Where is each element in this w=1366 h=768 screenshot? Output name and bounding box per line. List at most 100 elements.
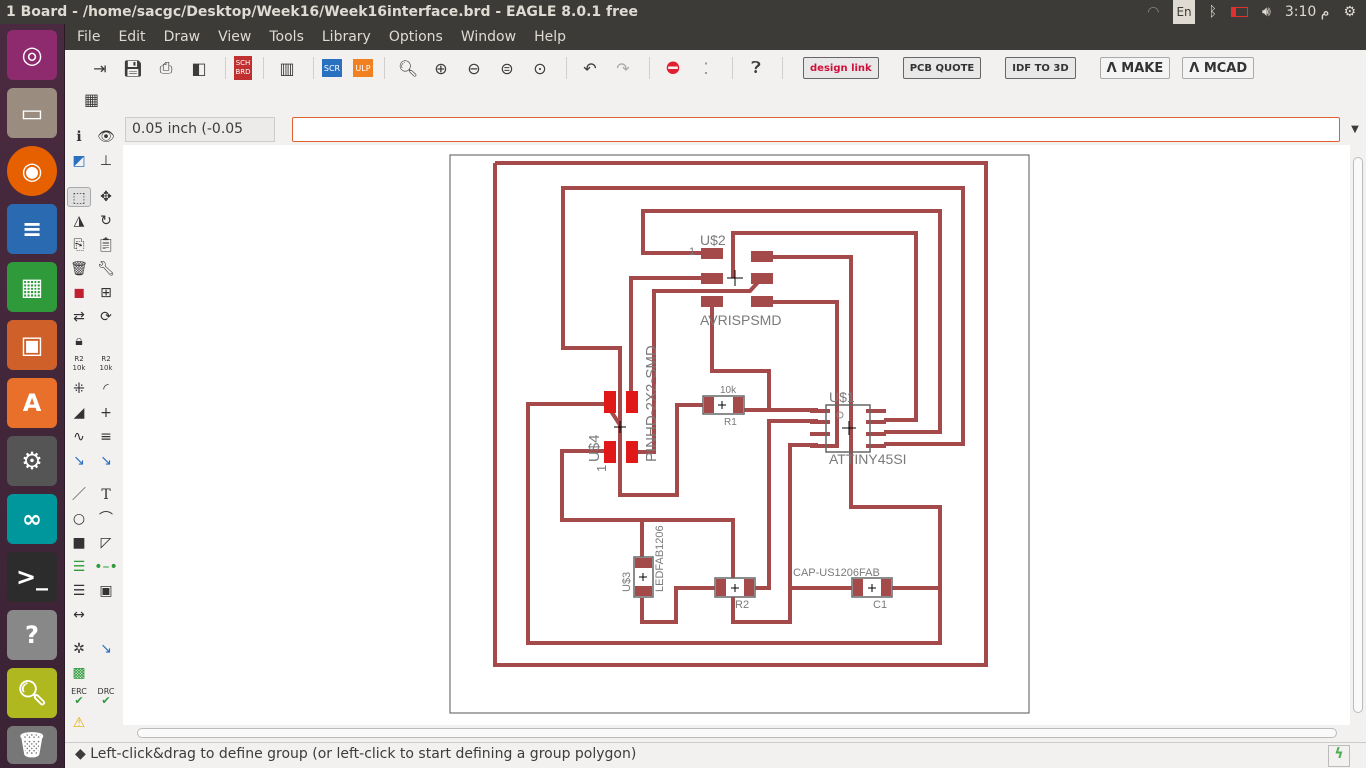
command-input[interactable]	[292, 117, 1340, 142]
go-icon[interactable]: ⁚	[691, 56, 721, 80]
arc-icon[interactable]: ⌒	[94, 509, 118, 529]
drc-button[interactable]: DRC ✔	[94, 687, 118, 707]
hole-icon[interactable]: ☰	[67, 581, 91, 601]
wrench-icon[interactable]: 🔧︎	[94, 259, 118, 279]
bluetooth-icon[interactable]: ᛒ	[1209, 0, 1217, 24]
command-history-dropdown[interactable]: ▼	[1345, 117, 1365, 142]
help-icon[interactable]: ?	[7, 610, 57, 660]
u1-attiny[interactable]	[810, 404, 886, 453]
open-icon[interactable]: ⇥	[85, 56, 115, 80]
polygon-icon[interactable]: ◸	[94, 533, 118, 553]
horizontal-scrollbar[interactable]	[123, 725, 1350, 741]
library-icon[interactable]: ▥	[272, 56, 302, 80]
circle-icon[interactable]: ○	[67, 509, 91, 529]
mcad-button[interactable]: Ʌ MCAD	[1182, 57, 1255, 79]
design-link-button[interactable]: design link	[803, 57, 879, 79]
ubuntu-dash-icon[interactable]: ◎	[7, 30, 57, 80]
files-icon[interactable]: ▭	[7, 88, 57, 138]
calc-icon[interactable]: ▦	[7, 262, 57, 312]
grid-icon[interactable]: ▦	[84, 90, 99, 109]
smash-icon[interactable]: ⁜	[67, 379, 91, 399]
ulp-button[interactable]: ULP	[353, 59, 373, 77]
redo-icon[interactable]: ↷	[608, 56, 638, 80]
trace[interactable]	[641, 209, 942, 434]
move-icon[interactable]: ✥	[94, 187, 118, 207]
route-multiple-icon[interactable]: ≡	[94, 427, 118, 447]
pcb-quote-button[interactable]: PCB QUOTE	[902, 57, 982, 79]
swap-icon[interactable]: ⇄	[67, 307, 91, 327]
sch-brd-switch-button[interactable]: SCH BRD	[234, 56, 252, 80]
r1-resistor[interactable]	[702, 395, 745, 415]
zoom-select-icon[interactable]: ⊙	[525, 56, 555, 80]
terminal-icon[interactable]: >_	[7, 552, 57, 602]
info-icon[interactable]: ℹ	[67, 127, 91, 147]
lock-icon[interactable]: 🔒︎	[67, 331, 91, 351]
save-icon[interactable]: 💾︎	[118, 56, 148, 80]
layers-icon[interactable]: ◩	[67, 151, 91, 171]
show-eye-icon[interactable]: 👁︎	[94, 127, 118, 147]
clock[interactable]: م 3:10	[1285, 0, 1330, 24]
make-button[interactable]: Ʌ MAKE	[1099, 57, 1171, 79]
stop-icon[interactable]: ⛔︎	[658, 56, 688, 80]
board-drawing[interactable]: U$2 1 AVRISPSMD 10k R1 U$1 ATTINY45SI PI…	[123, 145, 1350, 725]
u3-led[interactable]	[633, 556, 654, 598]
mirror-icon[interactable]: ◮	[67, 211, 91, 231]
autorouter-icon[interactable]: ↘	[94, 639, 118, 659]
value-tool[interactable]: R2 10k	[94, 355, 118, 375]
via-icon[interactable]: ☰	[67, 557, 91, 577]
board-canvas[interactable]: U$2 1 AVRISPSMD 10k R1 U$1 ATTINY45SI PI…	[123, 145, 1350, 725]
mark-icon[interactable]: ⊥	[94, 151, 118, 171]
firefox-icon[interactable]: ◉	[7, 146, 57, 196]
group-select-icon[interactable]: ⬚	[67, 187, 91, 207]
menu-view[interactable]: View	[218, 24, 251, 50]
dimension-icon[interactable]: ↔	[67, 605, 91, 625]
menu-file[interactable]: File	[77, 24, 100, 50]
wifi-icon[interactable]: ◠	[1147, 0, 1159, 24]
copy-icon[interactable]: ⎘	[67, 235, 91, 255]
arduino-icon[interactable]: ∞	[7, 494, 57, 544]
zoom-fit-icon[interactable]: 🔍︎	[393, 56, 423, 80]
meander-icon[interactable]: ∿	[67, 427, 91, 447]
route-icon[interactable]: ↘	[67, 451, 91, 471]
zoom-out-icon[interactable]: ⊖	[459, 56, 489, 80]
keyboard-layout-indicator[interactable]: En	[1173, 0, 1195, 24]
split-icon[interactable]: ◢	[67, 403, 91, 423]
name-tool[interactable]: R2 10k	[67, 355, 91, 375]
zoom-in-icon[interactable]: ⊕	[426, 56, 456, 80]
menu-options[interactable]: Options	[389, 24, 443, 50]
replace-icon[interactable]: ⊞	[94, 283, 118, 303]
trash-icon[interactable]: 🗑︎	[7, 726, 57, 764]
text-icon[interactable]: T	[94, 485, 118, 505]
writer-icon[interactable]: ≡	[7, 204, 57, 254]
menu-draw[interactable]: Draw	[164, 24, 201, 50]
menu-help[interactable]: Help	[534, 24, 566, 50]
menu-window[interactable]: Window	[461, 24, 516, 50]
rotate-icon[interactable]: ↻	[94, 211, 118, 231]
ripup-icon[interactable]: ↘	[94, 451, 118, 471]
script-button[interactable]: SCR	[322, 59, 342, 77]
zoom-redraw-icon[interactable]: ⊜	[492, 56, 522, 80]
attribute-icon[interactable]: ▣	[94, 581, 118, 601]
rectangle-icon[interactable]: ■	[67, 533, 91, 553]
battery-icon[interactable]	[1231, 7, 1249, 17]
add-part-icon[interactable]: ◼	[67, 283, 91, 303]
print-icon[interactable]: ⎙	[151, 56, 181, 80]
board-icon[interactable]: ▩	[67, 663, 91, 683]
delete-icon[interactable]: 🗑︎	[67, 259, 91, 279]
cam-icon[interactable]: ◧	[184, 56, 214, 80]
idf-to-3d-button[interactable]: IDF TO 3D	[1005, 57, 1076, 79]
help-icon[interactable]: ❓︎	[741, 56, 771, 80]
c1-capacitor[interactable]	[851, 577, 893, 598]
system-settings-icon[interactable]: ⚙	[7, 436, 57, 486]
impress-icon[interactable]: ▣	[7, 320, 57, 370]
menu-library[interactable]: Library	[322, 24, 371, 50]
signal-icon[interactable]: •–•	[94, 557, 118, 577]
ratsnest-icon[interactable]: ✲	[67, 639, 91, 659]
menu-tools[interactable]: Tools	[269, 24, 304, 50]
menu-edit[interactable]: Edit	[118, 24, 145, 50]
u2-avrisp[interactable]	[701, 248, 773, 307]
power-gear-icon[interactable]: ⚙	[1343, 0, 1356, 24]
erc-button[interactable]: ERC ✔	[67, 687, 91, 707]
paste-icon[interactable]: 📋︎	[94, 235, 118, 255]
vertical-scrollbar[interactable]	[1350, 145, 1366, 725]
